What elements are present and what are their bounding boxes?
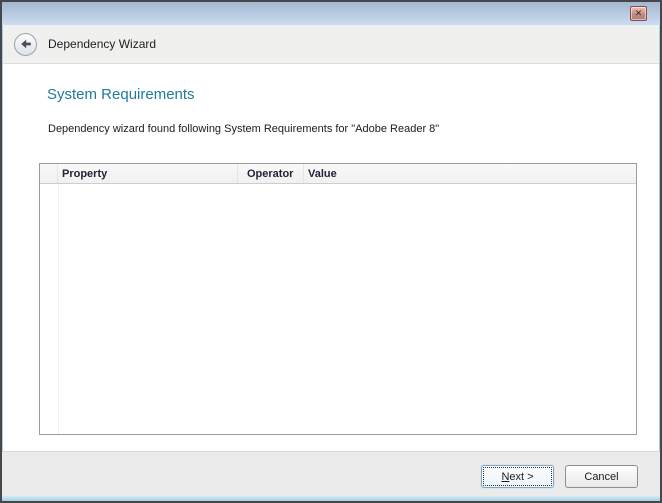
- back-button[interactable]: [14, 33, 37, 56]
- table-header-operator[interactable]: Operator: [238, 164, 304, 183]
- arrow-left-icon: [20, 39, 32, 49]
- table-header-property[interactable]: Property: [58, 164, 238, 183]
- table-header-selector: [40, 164, 58, 183]
- window-bottom-edge: [2, 496, 660, 501]
- titlebar: ✕: [2, 2, 660, 25]
- wizard-content: System Requirements Dependency wizard fo…: [3, 65, 659, 451]
- dependency-wizard-window: ✕ Dependency Wizard System Requirements …: [0, 0, 662, 503]
- wizard-footer: Next > Cancel: [2, 451, 660, 501]
- table-body-empty: [40, 184, 636, 434]
- cancel-button[interactable]: Cancel: [565, 465, 638, 488]
- requirements-table: Property Operator Value: [39, 163, 637, 435]
- page-title: System Requirements: [47, 86, 195, 103]
- close-icon: ✕: [635, 8, 643, 18]
- wizard-title: Dependency Wizard: [48, 37, 156, 51]
- next-button[interactable]: Next >: [481, 465, 554, 488]
- wizard-header: Dependency Wizard: [2, 25, 660, 64]
- page-description: Dependency wizard found following System…: [48, 123, 439, 135]
- next-button-label: ext >: [509, 471, 533, 483]
- footer-buttons: Next > Cancel: [481, 465, 638, 488]
- selector-column-divider: [58, 184, 59, 434]
- table-header-value[interactable]: Value: [304, 164, 636, 183]
- table-header-row: Property Operator Value: [40, 164, 636, 184]
- close-button[interactable]: ✕: [630, 6, 647, 21]
